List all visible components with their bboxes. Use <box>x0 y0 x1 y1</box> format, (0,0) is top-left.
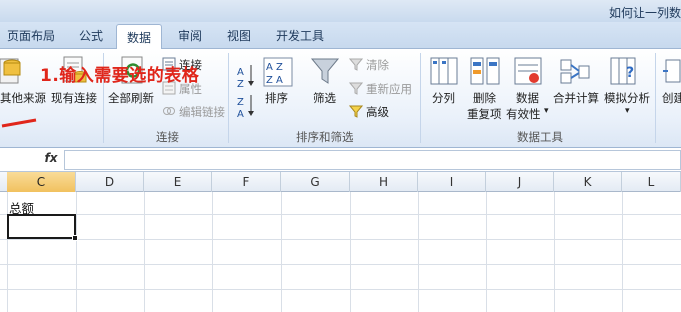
svg-text:Z: Z <box>237 97 244 108</box>
grid-line <box>0 214 681 215</box>
column-header-g[interactable]: G <box>281 172 350 192</box>
column-header-j[interactable]: J <box>486 172 554 192</box>
annotation-text: 1.输入需要选的表格 <box>40 66 200 86</box>
column-header-f[interactable]: F <box>212 172 281 192</box>
clear-filter-icon <box>349 58 363 71</box>
sort-button[interactable]: 排序 <box>265 90 288 106</box>
text-to-columns-icon <box>430 57 458 85</box>
column-header-k[interactable]: K <box>554 172 622 192</box>
consolidate-button[interactable]: 合并计算 <box>553 90 599 106</box>
tab-view[interactable]: 视图 <box>227 27 251 44</box>
edit-links-icon <box>163 107 175 115</box>
filter-icon <box>310 58 340 84</box>
grid-line <box>281 192 282 312</box>
svg-text:Z: Z <box>237 79 244 90</box>
grid-line <box>486 192 487 312</box>
refresh-all-button[interactable]: 全部刷新 <box>108 90 154 106</box>
clear-filter-button[interactable]: 清除 <box>366 57 389 73</box>
other-sources-button[interactable]: 其他来源 <box>0 90 46 106</box>
group-separator <box>228 53 229 143</box>
svg-text:A Z: A Z <box>266 62 283 73</box>
chevron-down-icon: ▾ <box>625 106 630 116</box>
grid-line <box>554 192 555 312</box>
title-bar: 如何让一列数 <box>0 0 681 22</box>
grid-line <box>0 264 681 265</box>
grid-line <box>418 192 419 312</box>
filter-button[interactable]: 筛选 <box>313 90 336 106</box>
arrow-icon <box>1 118 37 128</box>
svg-text:?: ? <box>626 65 634 81</box>
remove-duplicates-button[interactable]: 删除 <box>473 90 496 106</box>
column-header-d[interactable]: D <box>76 172 144 192</box>
grid-line <box>350 192 351 312</box>
column-header-e[interactable]: E <box>144 172 212 192</box>
sort-icon: A Z Z A <box>263 57 293 87</box>
what-if-analysis-icon: ? <box>610 57 636 85</box>
grid-line <box>622 192 623 312</box>
text-to-columns-button[interactable]: 分列 <box>432 90 455 106</box>
grid-line <box>0 289 681 290</box>
column-headers: C D E F G H I J K L <box>0 172 681 192</box>
selected-cell-c2[interactable] <box>7 214 76 239</box>
remove-duplicates-button-line2[interactable]: 重复项 <box>467 106 502 122</box>
other-sources-icon <box>0 58 21 84</box>
tab-page-layout[interactable]: 页面布局 <box>7 27 55 44</box>
svg-text:A: A <box>237 109 244 120</box>
group-separator <box>420 53 421 143</box>
formula-bar: fx <box>0 148 681 172</box>
tab-developer[interactable]: 开发工具 <box>276 27 324 44</box>
what-if-analysis-button[interactable]: 模拟分析 <box>604 90 650 106</box>
connections-group-label: 连接 <box>156 130 179 144</box>
reapply-button[interactable]: 重新应用 <box>366 81 412 97</box>
tab-review[interactable]: 审阅 <box>178 27 202 44</box>
group-icon <box>663 59 681 83</box>
data-validation-dropdown[interactable]: 有效性 <box>506 106 541 122</box>
chevron-down-icon: ▾ <box>544 106 549 116</box>
fill-handle[interactable] <box>72 235 78 241</box>
column-header-c[interactable]: C <box>7 172 76 192</box>
grid-line <box>144 192 145 312</box>
grid-line <box>0 239 681 240</box>
group-separator <box>655 53 656 143</box>
formula-input[interactable] <box>64 150 681 170</box>
tab-data[interactable]: 数据 <box>116 24 163 50</box>
window-title: 如何让一列数 <box>608 6 681 20</box>
advanced-filter-button[interactable]: 高级 <box>366 104 389 120</box>
remove-duplicates-icon <box>470 57 500 85</box>
tab-formulas[interactable]: 公式 <box>79 27 103 44</box>
grid-line <box>7 192 8 312</box>
column-header-l[interactable]: L <box>622 172 681 192</box>
create-group-button[interactable]: 创建 <box>662 90 681 106</box>
consolidate-icon <box>560 59 590 84</box>
reapply-icon <box>349 82 363 95</box>
fx-icon[interactable]: fx <box>40 151 62 169</box>
column-header-h[interactable]: H <box>350 172 418 192</box>
existing-connections-button[interactable]: 现有连接 <box>51 90 97 106</box>
svg-text:Z A: Z A <box>266 75 283 86</box>
data-validation-button[interactable]: 数据 <box>516 90 539 106</box>
sort-filter-group-label: 排序和筛选 <box>296 130 354 144</box>
worksheet-grid[interactable] <box>0 192 681 312</box>
column-header-i[interactable]: I <box>418 172 486 192</box>
data-tools-group-label: 数据工具 <box>517 130 563 144</box>
edit-links-button[interactable]: 编辑链接 <box>179 104 225 120</box>
advanced-filter-icon <box>349 105 363 118</box>
grid-line <box>212 192 213 312</box>
svg-text:A: A <box>237 67 244 78</box>
data-validation-icon <box>514 57 542 85</box>
grid-line <box>76 192 77 312</box>
ribbon-tabs: 页面布局 公式 数据 审阅 视图 开发工具 <box>0 22 681 50</box>
sort-descending-icon: Z A <box>237 95 254 120</box>
